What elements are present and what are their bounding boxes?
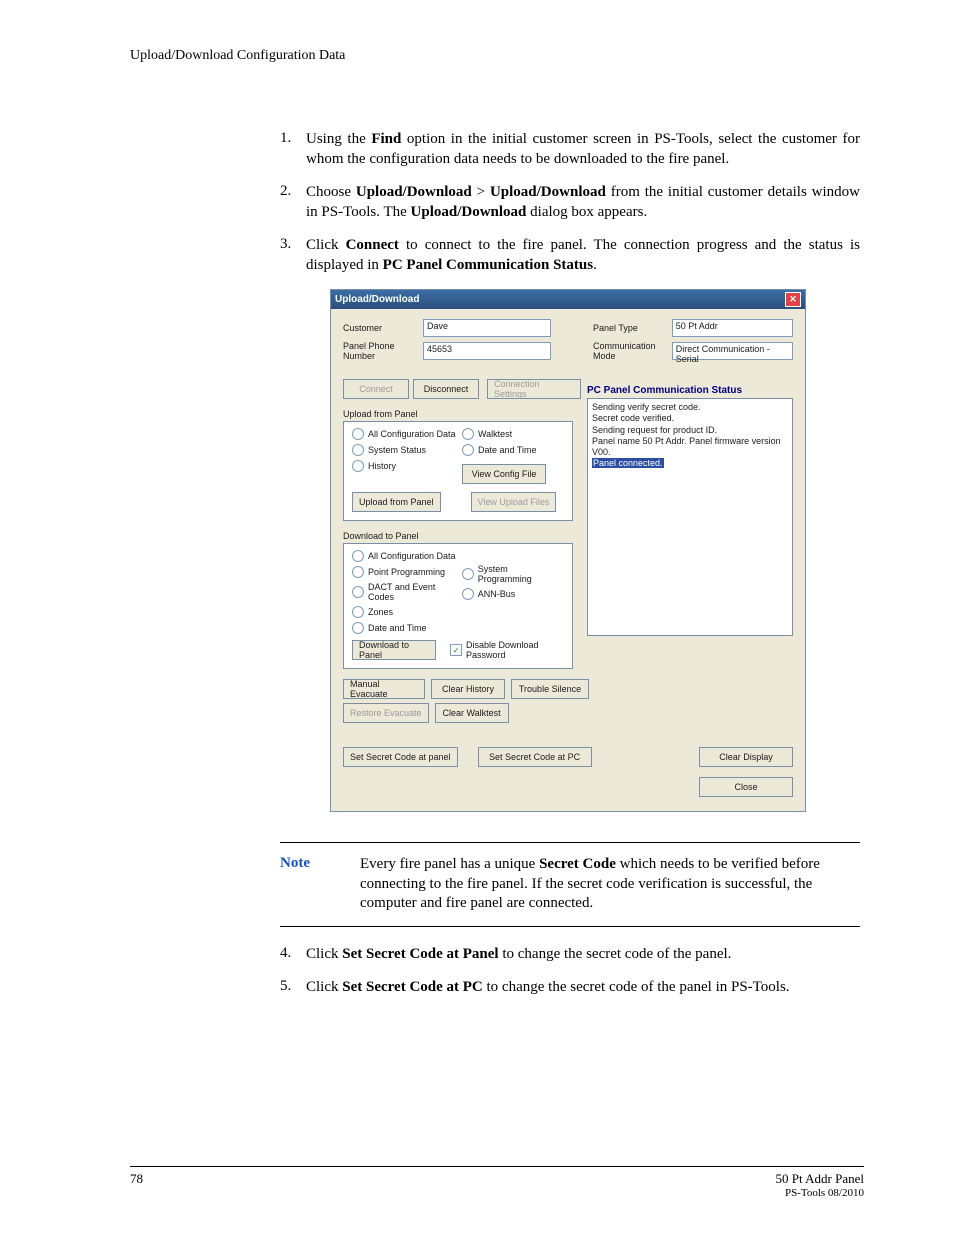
radio-icon	[352, 460, 364, 472]
radio-option[interactable]: System Status	[352, 444, 462, 456]
steps-list-a: 1.Using the Find option in the initial c…	[280, 130, 860, 275]
radio-icon	[352, 444, 364, 456]
radio-option[interactable]: All Configuration Data	[352, 428, 462, 440]
dialog-figure: Upload/Download ✕ Customer Dave Panel Ph…	[330, 289, 860, 812]
radio-icon	[462, 568, 474, 580]
customer-label: Customer	[343, 323, 423, 333]
radio-option[interactable]: All Configuration Data	[352, 550, 462, 562]
radio-icon	[352, 566, 364, 578]
panel-type-label: Panel Type	[593, 323, 672, 333]
customer-field[interactable]: Dave	[423, 319, 551, 337]
radio-icon	[352, 428, 364, 440]
panel-type-field: 50 Pt Addr	[672, 319, 793, 337]
radio-icon	[352, 550, 364, 562]
steps-list-b: 4.Click Set Secret Code at Panel to chan…	[280, 945, 860, 998]
step-item: 5.Click Set Secret Code at PC to change …	[280, 978, 860, 998]
comm-mode-label: Communication Mode	[593, 341, 672, 361]
step-item: 2.Choose Upload/Download > Upload/Downlo…	[280, 183, 860, 222]
radio-option[interactable]: DACT and Event Codes	[352, 582, 462, 602]
disconnect-button[interactable]: Disconnect	[413, 379, 479, 399]
close-button[interactable]: Close	[699, 777, 793, 797]
clear-history-button[interactable]: Clear History	[431, 679, 505, 699]
download-section-label: Download to Panel	[343, 531, 573, 541]
radio-option[interactable]: Date and Time	[352, 622, 462, 634]
radio-option[interactable]: Zones	[352, 606, 462, 618]
radio-icon	[462, 444, 474, 456]
status-line: Sending request for product ID.	[592, 425, 788, 436]
radio-option[interactable]: ANN-Bus	[462, 588, 564, 600]
status-line-highlight: Panel connected.	[592, 458, 664, 468]
status-line: Sending verify secret code.	[592, 402, 788, 413]
set-secret-panel-button[interactable]: Set Secret Code at panel	[343, 747, 458, 767]
phone-label: Panel Phone Number	[343, 341, 423, 361]
note-text: Every fire panel has a unique Secret Cod…	[360, 855, 860, 914]
page-number: 78	[130, 1171, 143, 1199]
radio-icon	[352, 586, 364, 598]
note-label: Note	[280, 855, 360, 914]
radio-icon	[462, 428, 474, 440]
view-upload-files-button[interactable]: View Upload Files	[471, 492, 557, 512]
view-config-button[interactable]: View Config File	[462, 464, 546, 484]
radio-label: All Configuration Data	[368, 551, 456, 561]
radio-label: Walktest	[478, 429, 512, 439]
manual-evacuate-button[interactable]: Manual Evacuate	[343, 679, 425, 699]
radio-label: History	[368, 461, 396, 471]
comm-mode-field: Direct Communication - Serial	[672, 342, 793, 360]
radio-option[interactable]: System Programming	[462, 564, 564, 584]
dialog-titlebar: Upload/Download ✕	[331, 290, 805, 309]
dialog-title-text: Upload/Download	[335, 294, 419, 305]
radio-label: Point Programming	[368, 567, 445, 577]
note-block: Note Every fire panel has a unique Secre…	[280, 842, 860, 927]
clear-walktest-button[interactable]: Clear Walktest	[435, 703, 509, 723]
footer-title: 50 Pt Addr Panel	[776, 1171, 864, 1186]
radio-label: System Programming	[478, 564, 564, 584]
radio-icon	[352, 606, 364, 618]
radio-option[interactable]: Walktest	[462, 428, 546, 440]
download-to-panel-button[interactable]: Download to Panel	[352, 640, 436, 660]
status-line: Secret code verified.	[592, 413, 788, 424]
radio-label: DACT and Event Codes	[368, 582, 462, 602]
connection-settings-button[interactable]: Connection Settings	[487, 379, 581, 399]
status-line: Panel name 50 Pt Addr. Panel firmware ve…	[592, 436, 788, 459]
set-secret-pc-button[interactable]: Set Secret Code at PC	[478, 747, 592, 767]
radio-label: All Configuration Data	[368, 429, 456, 439]
close-icon[interactable]: ✕	[785, 292, 801, 307]
radio-icon	[462, 588, 474, 600]
radio-label: System Status	[368, 445, 426, 455]
radio-option[interactable]: Point Programming	[352, 566, 462, 578]
upload-panel: All Configuration Data System Status Histo…	[343, 421, 573, 521]
radio-label: ANN-Bus	[478, 589, 516, 599]
restore-evacuate-button[interactable]: Restore Evacuate	[343, 703, 429, 723]
download-panel: All Configuration Data Point Programming D…	[343, 543, 573, 669]
comm-status-header: PC Panel Communication Status	[587, 385, 793, 396]
disable-password-label: Disable Download Password	[466, 640, 564, 660]
clear-display-button[interactable]: Clear Display	[699, 747, 793, 767]
radio-option[interactable]: Date and Time	[462, 444, 546, 456]
radio-label: Date and Time	[368, 623, 427, 633]
step-item: 4.Click Set Secret Code at Panel to chan…	[280, 945, 860, 965]
connect-button[interactable]: Connect	[343, 379, 409, 399]
step-item: 3.Click Connect to connect to the fire p…	[280, 236, 860, 275]
trouble-silence-button[interactable]: Trouble Silence	[511, 679, 589, 699]
running-header: Upload/Download Configuration Data	[130, 48, 345, 64]
page-footer: 78 50 Pt Addr Panel PS-Tools 08/2010	[130, 1166, 864, 1199]
comm-status-box: Sending verify secret code.Secret code v…	[587, 398, 793, 636]
footer-sub: PS-Tools 08/2010	[776, 1187, 864, 1199]
step-item: 1.Using the Find option in the initial c…	[280, 130, 860, 169]
radio-icon	[352, 622, 364, 634]
disable-password-checkbox[interactable]: ✓Disable Download Password	[450, 640, 564, 660]
radio-label: Date and Time	[478, 445, 537, 455]
upload-section-label: Upload from Panel	[343, 409, 573, 419]
upload-download-dialog: Upload/Download ✕ Customer Dave Panel Ph…	[330, 289, 806, 812]
radio-label: Zones	[368, 607, 393, 617]
phone-field[interactable]: 45653	[423, 342, 551, 360]
radio-option[interactable]: History	[352, 460, 462, 472]
upload-from-panel-button[interactable]: Upload from Panel	[352, 492, 441, 512]
